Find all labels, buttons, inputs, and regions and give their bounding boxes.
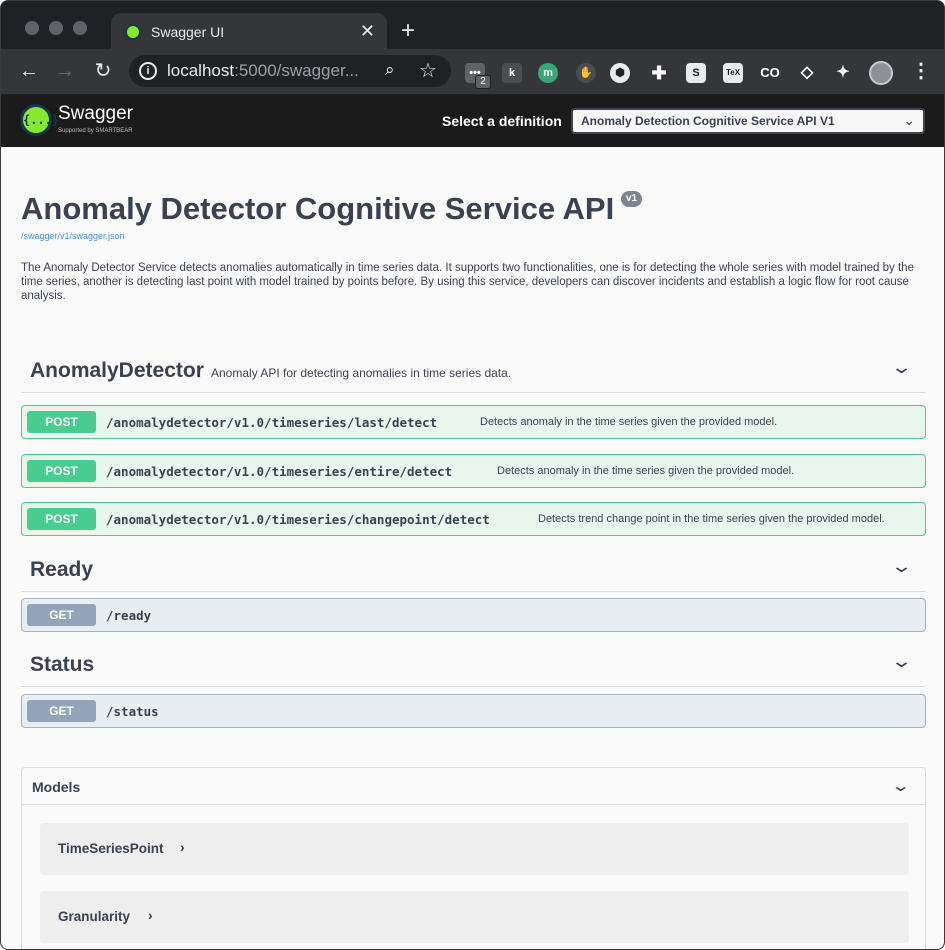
extension-co-icon[interactable]: CO [760, 63, 780, 83]
definition-select-value: Anomaly Detection Cognitive Service API … [581, 114, 835, 128]
method-badge: POST [27, 460, 96, 482]
operation-summary: Detects trend change point in the time s… [538, 513, 885, 525]
swagger-page: Anomaly Detector Cognitive Service API v… [1, 147, 944, 949]
operation-path: /status [106, 704, 159, 719]
model-name: TimeSeriesPoint [58, 841, 164, 856]
tag-name: AnomalyDetector [30, 359, 204, 382]
definition-select[interactable]: Anomaly Detection Cognitive Service API … [571, 108, 925, 134]
extension-k-icon[interactable]: k [502, 63, 522, 83]
tag-name: Status [30, 653, 95, 676]
chevron-down-icon[interactable]: ⌄ [890, 556, 913, 577]
chevron-down-icon[interactable]: ⌄ [890, 357, 913, 378]
extension-diamond-icon[interactable]: ◇ [797, 63, 817, 83]
extension-shield-icon[interactable]: ⬢ [610, 63, 630, 83]
extension-m-icon[interactable]: m [538, 63, 558, 83]
swagger-logo-icon: {...} [20, 104, 59, 136]
operation-path: /anomalydetector/v1.0/timeseries/entire/… [106, 464, 453, 479]
reload-icon[interactable]: ↻ [91, 59, 115, 83]
close-window-icon[interactable] [25, 21, 39, 35]
maximize-window-icon[interactable] [73, 21, 87, 35]
method-badge: POST [27, 411, 96, 433]
minimize-window-icon[interactable] [49, 21, 63, 35]
method-badge: GET [27, 700, 96, 722]
menu-icon[interactable]: ⋮ [911, 59, 931, 83]
operation-path: /anomalydetector/v1.0/timeseries/changep… [106, 512, 490, 527]
tab-strip: Swagger UI ✕ + [1, 1, 944, 51]
profile-avatar[interactable] [869, 61, 893, 85]
swagger-logo-subtext: Supported by SMARTBEAR [58, 128, 133, 134]
url-host: localhost [167, 61, 235, 80]
browser-toolbar: ← → ↻ i localhost:5000/swagger... ⌕ ☆ ••… [1, 49, 944, 95]
operation-post-last-detect[interactable]: POST /anomalydetector/v1.0/timeseries/la… [21, 405, 926, 439]
operation-get-ready[interactable]: GET /ready [21, 598, 926, 632]
star-icon[interactable]: ☆ [419, 58, 437, 83]
back-icon[interactable]: ← [17, 59, 41, 83]
url-rest: :5000/swagger... [234, 61, 359, 80]
info-icon[interactable]: i [139, 62, 157, 80]
extension-cross-icon[interactable]: ✚ [649, 63, 669, 83]
chevron-down-icon: ⌄ [903, 112, 915, 128]
tab-close-icon[interactable]: ✕ [360, 21, 375, 41]
model-granularity[interactable]: Granularity › [40, 891, 909, 943]
api-description: The Anomaly Detector Service detects ano… [21, 262, 914, 302]
operation-get-status[interactable]: GET /status [21, 694, 926, 728]
method-badge: POST [27, 508, 96, 530]
chevron-down-icon[interactable]: ⌄ [890, 776, 910, 796]
models-header[interactable]: Models ⌄ [22, 768, 925, 805]
models-title: Models [32, 779, 81, 795]
tab-swagger-ui[interactable]: Swagger UI ✕ [111, 13, 387, 51]
operation-path: /ready [106, 608, 152, 623]
tab-title: Swagger UI [151, 24, 225, 40]
extension-hand-icon[interactable]: ✋ [576, 63, 596, 83]
extensions-puzzle-icon[interactable]: ✦ [833, 63, 853, 83]
select-definition-label: Select a definition [442, 113, 562, 129]
chevron-down-icon[interactable]: ⌄ [890, 651, 913, 672]
chevron-right-icon[interactable]: › [180, 839, 185, 855]
models-section: Models ⌄ TimeSeriesPoint › Granularity › [21, 767, 926, 949]
tag-ready[interactable]: Ready ⌄ [21, 552, 925, 592]
extension-badge: 2 [475, 75, 491, 89]
swagger-favicon-icon [125, 24, 141, 40]
address-bar[interactable]: i localhost:5000/swagger... ⌕ ☆ [129, 55, 451, 87]
tag-name: Ready [30, 558, 94, 581]
extension-s-icon[interactable]: S [686, 63, 706, 83]
new-tab-button[interactable]: + [401, 17, 415, 45]
operation-summary: Detects anomaly in the time series given… [497, 465, 795, 477]
method-badge: GET [27, 604, 96, 626]
forward-icon[interactable]: → [53, 59, 77, 83]
operation-post-entire-detect[interactable]: POST /anomalydetector/v1.0/timeseries/en… [21, 454, 926, 488]
api-title: Anomaly Detector Cognitive Service API [21, 191, 615, 226]
model-name: Granularity [58, 909, 131, 924]
spec-url-link[interactable]: /swagger/v1/swagger.json [21, 231, 125, 241]
url-text[interactable]: localhost:5000/swagger... [167, 61, 359, 81]
swagger-logo-text: Swagger [58, 103, 133, 124]
tag-description: Anomaly API for detecting anomalies in t… [211, 366, 512, 380]
chevron-right-icon[interactable]: › [148, 907, 153, 923]
operation-path: /anomalydetector/v1.0/timeseries/last/de… [106, 415, 438, 430]
tag-anomalydetector[interactable]: AnomalyDetector Anomaly API for detectin… [21, 353, 925, 393]
zoom-icon[interactable]: ⌕ [385, 60, 395, 80]
version-badge: v1 [621, 191, 643, 207]
operation-post-changepoint-detect[interactable]: POST /anomalydetector/v1.0/timeseries/ch… [21, 502, 926, 536]
operation-summary: Detects anomaly in the time series given… [480, 416, 778, 428]
tag-status[interactable]: Status ⌄ [21, 647, 925, 687]
model-timeseriespoint[interactable]: TimeSeriesPoint › [40, 823, 909, 875]
browser-window: Swagger UI ✕ + ← → ↻ i localhost:5000/sw… [0, 0, 945, 950]
extension-tex-icon[interactable]: TeX [723, 63, 743, 83]
